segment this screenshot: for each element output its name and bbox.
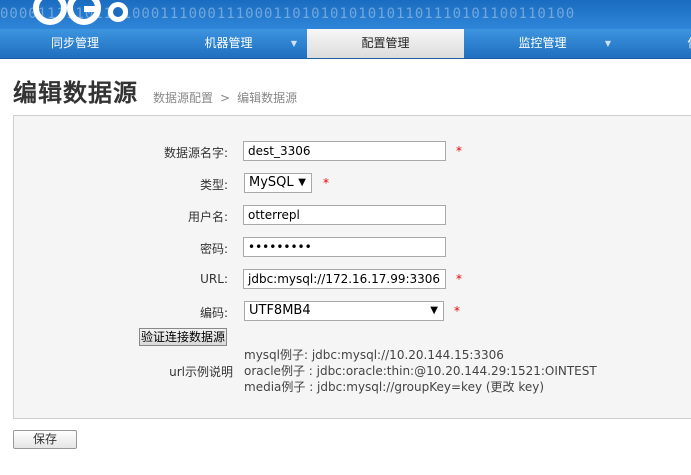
type-select[interactable]: MySQL ▼	[244, 173, 312, 193]
nav-config-management[interactable]: 配置管理	[307, 29, 464, 58]
required-mark: *	[456, 272, 462, 286]
url-label: URL:	[200, 272, 228, 286]
save-button[interactable]: 保存	[13, 430, 77, 449]
example-oracle: oracle例子 : jdbc:oracle:thin:@10.20.144.2…	[244, 364, 597, 378]
url-input[interactable]: jdbc:mysql://172.16.17.99:3306	[243, 269, 446, 289]
example-mysql: mysql例子: jdbc:mysql://10.20.144.15:3306	[244, 348, 504, 362]
type-label: 类型:	[199, 178, 228, 192]
main-nav: 同步管理 机器管理 ▼ 配置管理 监控管理 ▼ 使用	[0, 29, 691, 59]
encoding-label: 编码:	[199, 306, 228, 320]
nav-machine-management[interactable]: 机器管理 ▼	[150, 29, 307, 58]
nav-label: 机器管理	[204, 36, 253, 50]
password-label: 密码:	[199, 242, 228, 256]
nav-monitor-management[interactable]: 监控管理 ▼	[464, 29, 621, 58]
encoding-select-value: UTF8MB4	[249, 303, 311, 318]
nav-label: 使用	[687, 36, 691, 50]
nav-usage[interactable]: 使用	[621, 29, 691, 58]
breadcrumb-separator: >	[220, 91, 231, 105]
encoding-select[interactable]: UTF8MB4 ▼	[244, 301, 444, 321]
nav-label: 配置管理	[361, 36, 410, 50]
header-banner: 0000111110111100011100011100011010101010…	[0, 0, 691, 29]
required-mark: *	[323, 176, 329, 190]
breadcrumb-datasource-config[interactable]: 数据源配置	[153, 91, 213, 105]
breadcrumb: 数据源配置 > 编辑数据源	[153, 89, 297, 106]
type-select-value: MySQL	[249, 175, 294, 190]
datasource-name-label: 数据源名字:	[163, 146, 228, 160]
datasource-name-input[interactable]: dest_3306	[243, 141, 446, 161]
chevron-down-icon: ▼	[430, 305, 438, 316]
required-mark: *	[456, 144, 462, 158]
chevron-down-icon: ▼	[298, 177, 306, 188]
required-mark: *	[454, 304, 460, 318]
url-examples: mysql例子: jdbc:mysql://10.20.144.15:3306 …	[244, 347, 597, 395]
nav-label: 同步管理	[50, 36, 99, 50]
nav-sync-management[interactable]: 同步管理	[0, 29, 150, 58]
logo-icon	[33, 0, 128, 25]
page-title: 编辑数据源	[13, 79, 138, 107]
breadcrumb-current: 编辑数据源	[237, 91, 298, 105]
url-example-label: url示例说明	[169, 365, 233, 379]
password-input[interactable]: •••••••••	[243, 237, 446, 257]
example-media: media例子 : jdbc:mysql://groupKey=key (更改 …	[244, 380, 545, 394]
verify-connection-button[interactable]: 验证连接数据源	[139, 328, 228, 346]
chevron-down-icon: ▼	[290, 39, 297, 48]
nav-label: 监控管理	[518, 36, 567, 50]
username-input[interactable]: otterrepl	[243, 205, 446, 225]
chevron-down-icon: ▼	[604, 39, 611, 48]
username-label: 用户名:	[187, 210, 228, 224]
